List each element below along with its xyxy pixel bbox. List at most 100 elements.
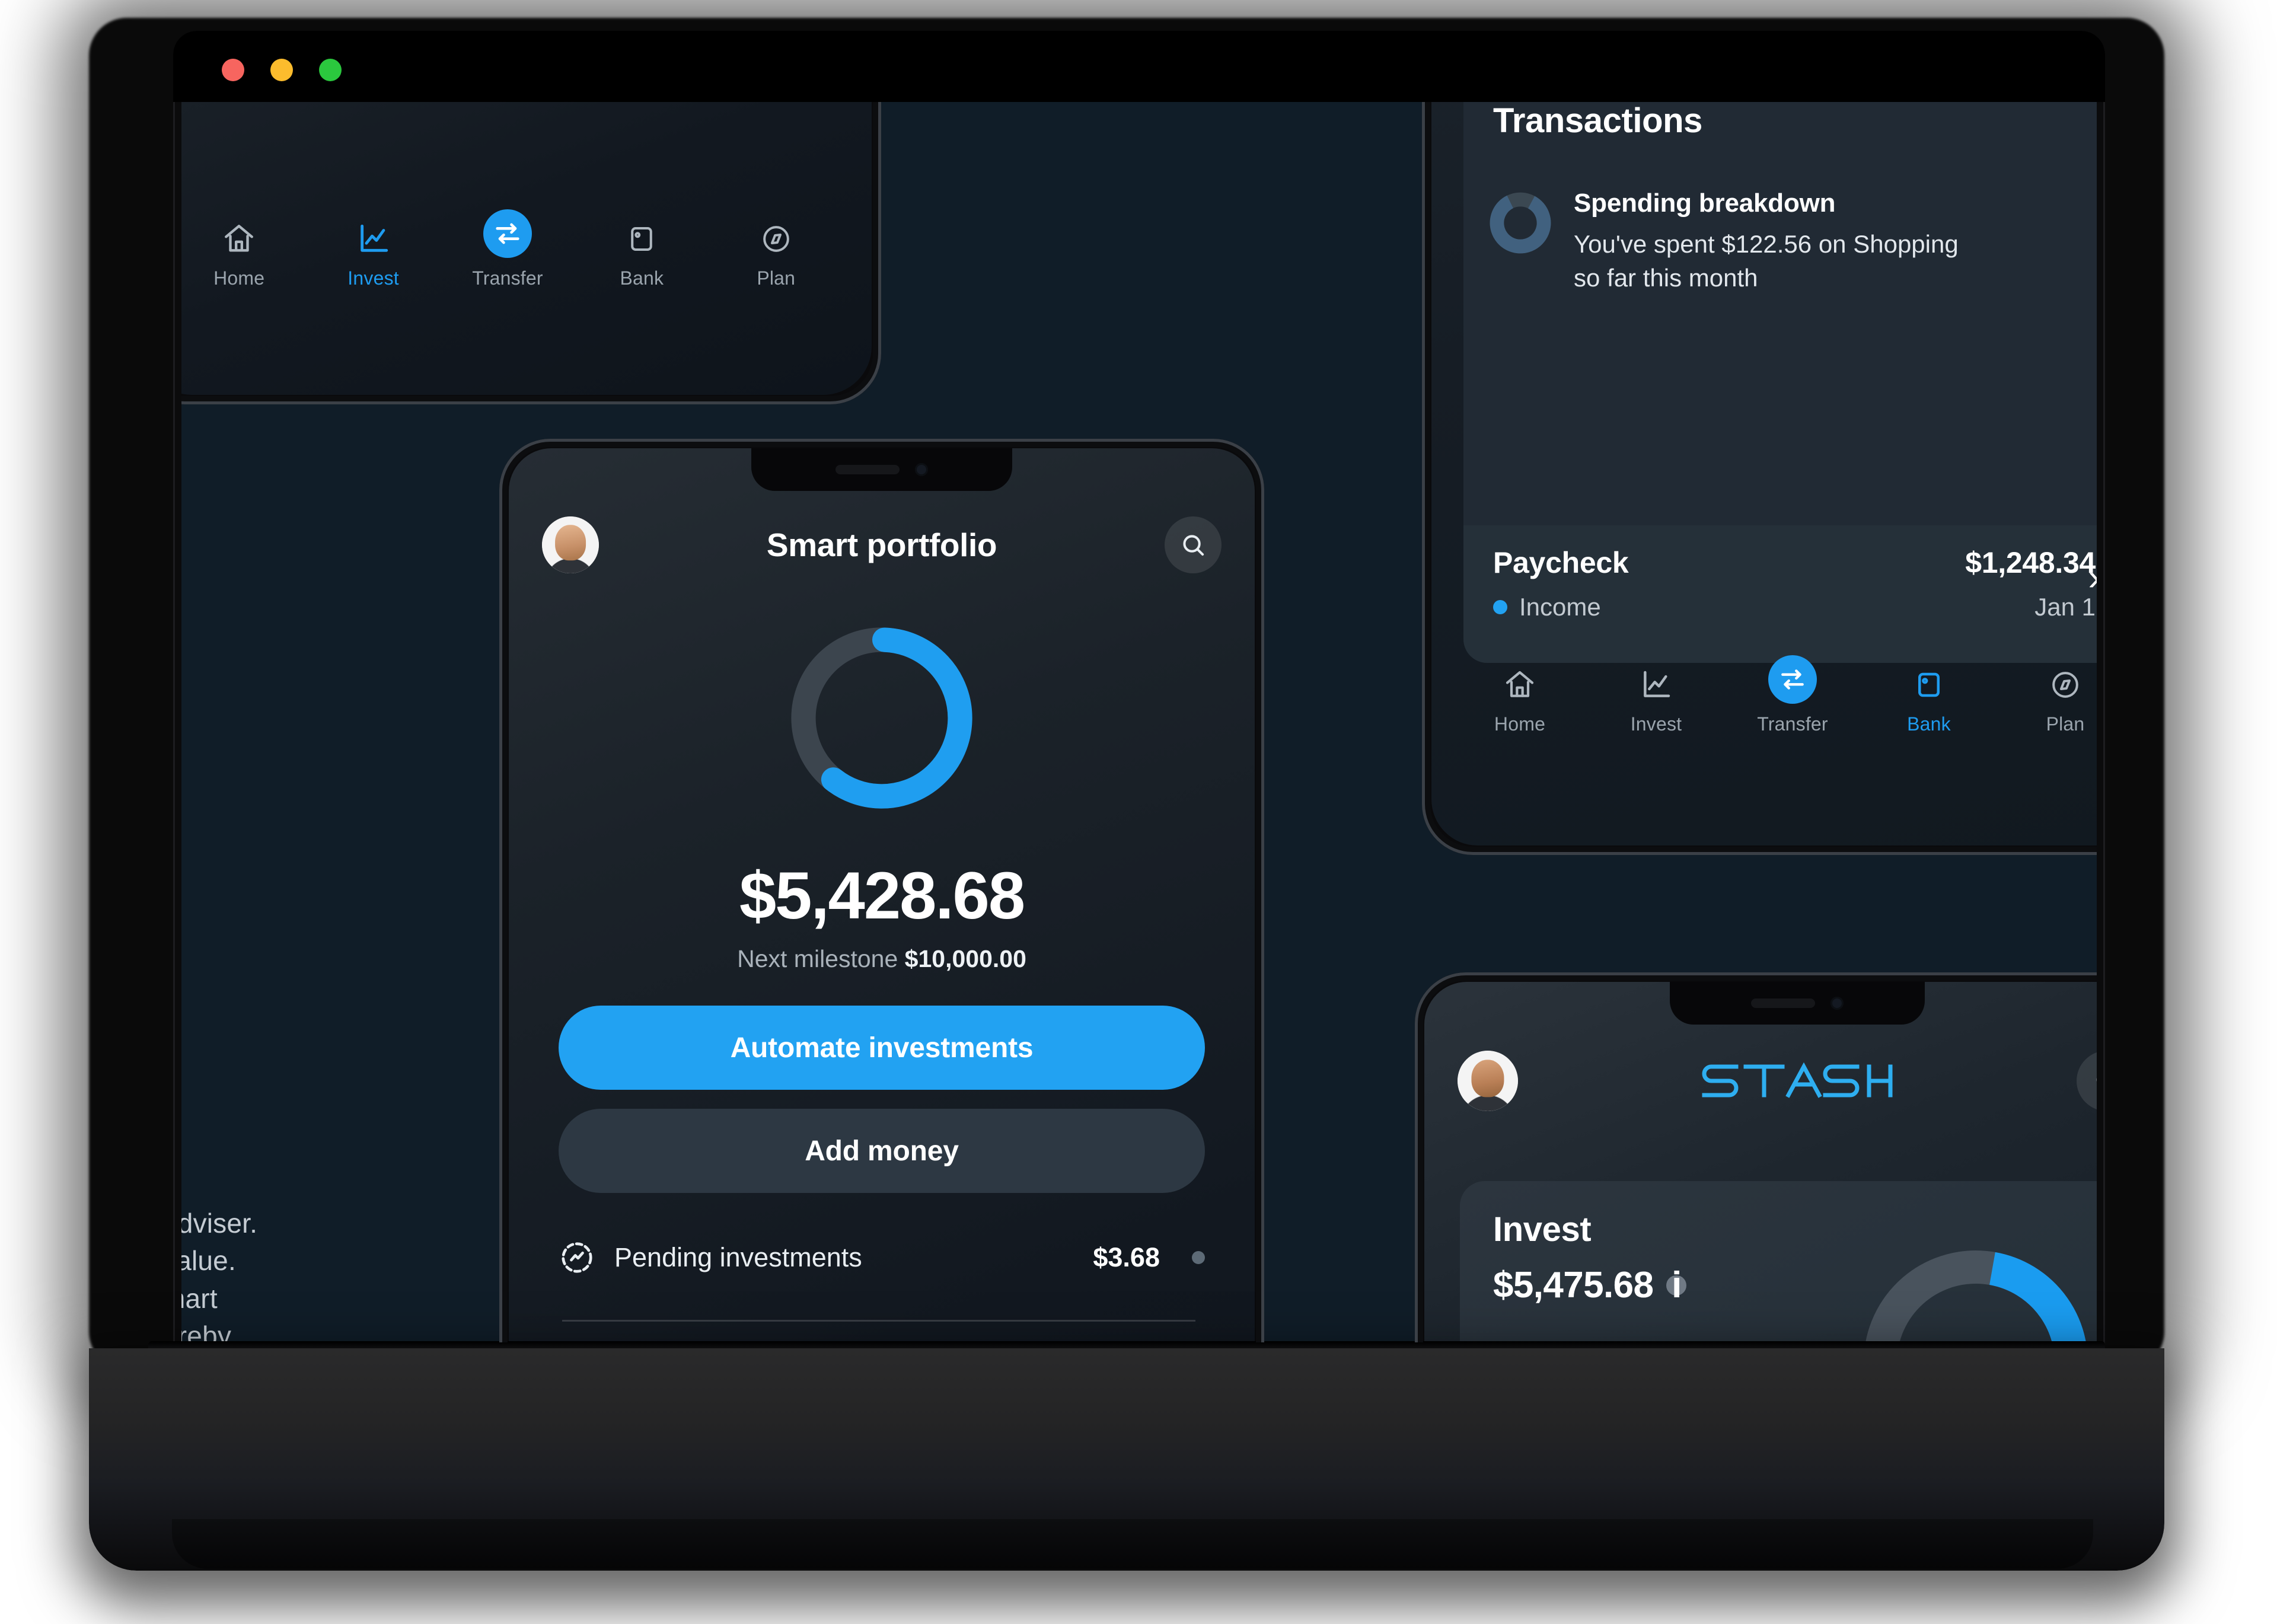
invest-card[interactable]: Invest $5,475.68 i Next milestone $10,00… xyxy=(1460,1181,2097,1342)
spending-donut-icon xyxy=(1486,189,1555,257)
spending-breakdown-item[interactable]: Spending breakdown You've spent $122.56 … xyxy=(1486,189,2096,295)
search-icon[interactable] xyxy=(2077,1051,2097,1111)
front-camera xyxy=(1830,997,1844,1010)
transaction-amount: $1,248.34 xyxy=(1965,546,2096,579)
home-icon xyxy=(220,220,258,258)
spending-breakdown-body: You've spent $122.56 on Shopping so far … xyxy=(1574,230,1959,292)
tab-bank[interactable]: Bank xyxy=(1884,666,1973,735)
close-button[interactable] xyxy=(222,59,244,81)
laptop-lid: adviser. value. mart ereby Home xyxy=(173,31,2105,1349)
invest-card-title: Invest xyxy=(1493,1210,1592,1249)
app-header xyxy=(1424,1048,2097,1113)
front-camera xyxy=(915,463,928,476)
nav-label-invest: Invest xyxy=(347,267,399,289)
nav-label-bank: Bank xyxy=(1907,713,1951,735)
grey-dot-icon xyxy=(1192,1251,1205,1264)
automate-investments-button[interactable]: Automate investments xyxy=(559,1006,1205,1090)
invest-amount-row: $5,475.68 i xyxy=(1493,1264,1687,1306)
phone-transactions: Transactions Spending breakdown You've s… xyxy=(1422,102,2097,855)
disclaimer-line-3: mart xyxy=(181,1282,218,1314)
search-icon[interactable] xyxy=(1165,516,1222,573)
phone-notch xyxy=(1670,982,1925,1025)
window-traffic-lights[interactable] xyxy=(222,59,342,81)
next-milestone-value: $10,000.00 xyxy=(904,945,1026,972)
avatar[interactable] xyxy=(1458,1051,1518,1111)
chevron-right-icon[interactable]: › xyxy=(2088,560,2097,596)
pending-investments-icon xyxy=(559,1239,595,1276)
sidebar-item-transfer[interactable]: Transfer xyxy=(463,209,552,289)
sidebar-item-bank[interactable]: Bank xyxy=(597,220,686,289)
transaction-name: Paycheck xyxy=(1493,546,1629,579)
chart-icon xyxy=(355,220,393,258)
window-titlebar xyxy=(173,31,2105,102)
tab-plan[interactable]: Plan xyxy=(2021,666,2097,735)
app-header: Smart portfolio xyxy=(509,512,1255,578)
disclaimer-line-2: value. xyxy=(181,1245,236,1277)
add-money-button[interactable]: Add money xyxy=(559,1109,1205,1193)
phone-nav-preview: Home Invest Transfer Bank Plan xyxy=(181,102,881,404)
disclaimer-line-1: adviser. xyxy=(181,1208,258,1239)
transactions-screen: Transactions Spending breakdown You've s… xyxy=(1431,102,2097,845)
invest-donut-chart xyxy=(1851,1238,2097,1342)
pending-investments-amount: $3.68 xyxy=(1093,1242,1160,1272)
sidebar-item-plan[interactable]: Plan xyxy=(732,220,821,289)
transfer-icon xyxy=(1768,655,1817,704)
phone-nav-preview-screen: Home Invest Transfer Bank Plan xyxy=(181,102,872,395)
pending-investments-label: Pending investments xyxy=(614,1242,862,1272)
nav-label-invest: Invest xyxy=(1630,713,1682,735)
bottom-nav-preview[interactable]: Home Invest Transfer Bank Plan xyxy=(181,209,872,289)
smart-portfolio-screen: Smart portfolio $5,428.68 Next milestone… xyxy=(509,448,1255,1342)
phone-stash-invest: Invest $5,475.68 i Next milestone $10,00… xyxy=(1415,972,2097,1342)
portfolio-donut-chart xyxy=(784,620,980,816)
transaction-date: Jan 1 xyxy=(2034,593,2096,621)
portfolio-balance: $5,428.68 xyxy=(739,859,1025,933)
disclaimer-line-4: ereby xyxy=(181,1320,232,1342)
table-row[interactable]: Paycheck $1,248.34 Income Jan 1 › xyxy=(1463,525,2097,663)
home-icon xyxy=(1501,666,1539,704)
invest-amount: $5,475.68 xyxy=(1493,1265,1654,1306)
transactions-title: Transactions xyxy=(1493,102,1702,140)
phone-smart-portfolio: Smart portfolio $5,428.68 Next milestone… xyxy=(499,439,1264,1342)
nav-label-bank: Bank xyxy=(620,267,664,289)
compass-icon xyxy=(757,220,795,258)
tab-transfer[interactable]: Transfer xyxy=(1748,655,1837,735)
next-milestone-label: Next milestone xyxy=(737,945,905,972)
sidebar-item-invest[interactable]: Invest xyxy=(329,220,418,289)
avatar[interactable] xyxy=(542,516,599,573)
compass-icon xyxy=(2046,666,2084,704)
nav-label-home: Home xyxy=(213,267,265,289)
info-icon[interactable]: i xyxy=(1666,1265,1687,1306)
chart-icon xyxy=(1637,666,1675,704)
card-icon xyxy=(623,220,661,258)
disclaimer-text: adviser. value. mart ereby xyxy=(181,1205,323,1342)
speaker-grille xyxy=(835,465,900,474)
tab-invest[interactable]: Invest xyxy=(1612,666,1701,735)
stash-logo xyxy=(1535,1057,2060,1105)
nav-label-transfer: Transfer xyxy=(1757,713,1828,735)
pending-investments-row[interactable]: Pending investments $3.68 xyxy=(559,1232,1205,1283)
page-title: Smart portfolio xyxy=(766,527,997,563)
nav-label-plan: Plan xyxy=(2046,713,2085,735)
divider xyxy=(562,1320,1195,1322)
tab-home[interactable]: Home xyxy=(1475,666,1564,735)
sidebar-item-home[interactable]: Home xyxy=(194,220,283,289)
nav-label-home: Home xyxy=(1494,713,1546,735)
nav-label-transfer: Transfer xyxy=(472,267,543,289)
transfer-icon xyxy=(483,209,532,258)
card-icon xyxy=(1910,666,1948,704)
nav-label-plan: Plan xyxy=(757,267,796,289)
spending-breakdown-title: Spending breakdown xyxy=(1574,189,1836,218)
laptop-base-floor xyxy=(172,1519,2093,1569)
minimize-button[interactable] xyxy=(270,59,293,81)
transactions-card: Transactions Spending breakdown You've s… xyxy=(1463,102,2097,663)
phone-notch xyxy=(751,448,1012,491)
next-milestone: Next milestone $10,000.00 xyxy=(509,945,1255,973)
speaker-grille xyxy=(1751,998,1815,1008)
screenshot-canvas: adviser. value. mart ereby Home xyxy=(0,0,2277,1624)
stash-invest-screen: Invest $5,475.68 i Next milestone $10,00… xyxy=(1424,982,2097,1342)
bottom-nav[interactable]: Home Invest Transfer Bank Plan xyxy=(1431,655,2097,735)
maximize-button[interactable] xyxy=(319,59,342,81)
transaction-category: Income xyxy=(1519,593,1601,621)
laptop-screen: adviser. value. mart ereby Home xyxy=(181,102,2097,1342)
category-dot-icon xyxy=(1493,600,1507,614)
